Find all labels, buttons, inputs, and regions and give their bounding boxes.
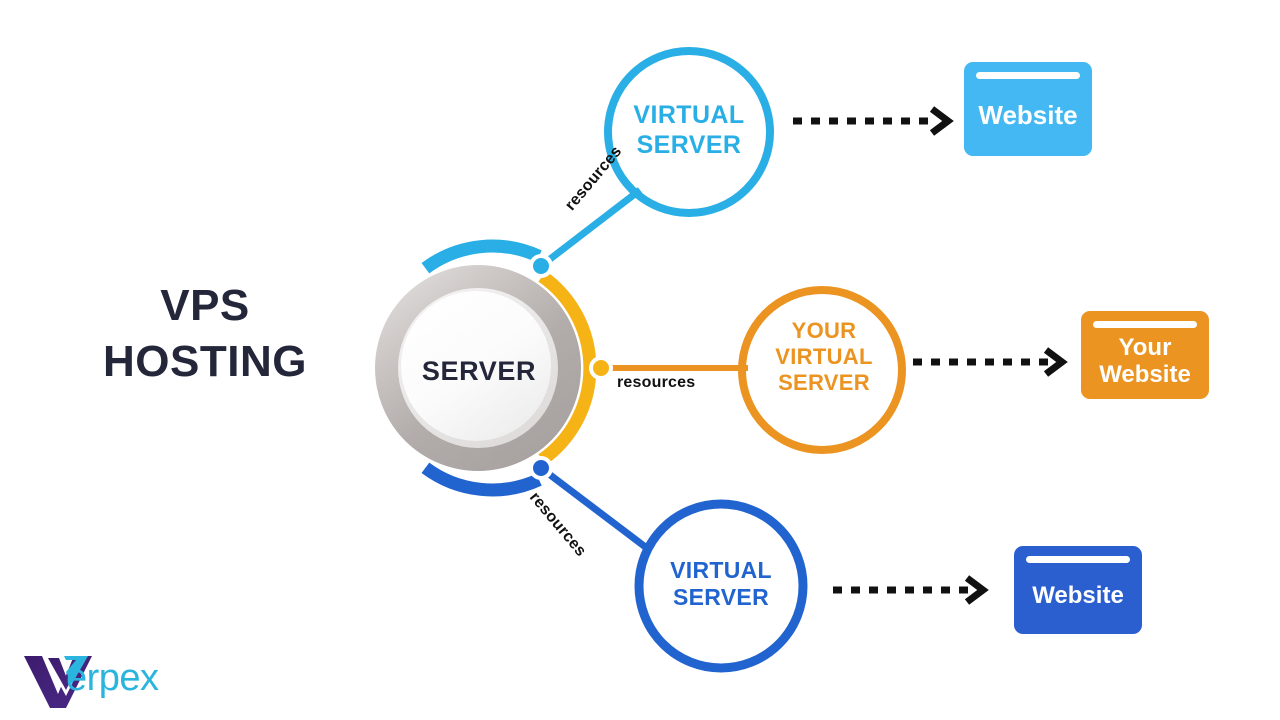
browser-title-bar-icon [1092,321,1198,328]
dashed-arrow-top [793,106,954,136]
connector-node-bottom [533,460,549,476]
website-card-top[interactable]: Website [964,62,1092,156]
arrowhead-bottom-icon [964,575,989,605]
server-node [375,265,581,471]
server-arc-bottom [421,462,542,497]
connector-line-top [538,187,643,269]
virtual-server-circle-top[interactable] [604,47,774,217]
browser-title-bar-icon [1025,556,1131,563]
arrowhead-middle-icon [1043,347,1068,377]
website-card-bottom-label: Website [1032,582,1124,610]
connector-node-top [533,258,549,274]
browser-title-bar-icon [975,72,1081,79]
website-card-top-label: Website [978,100,1078,131]
website-card-bottom[interactable]: Website [1014,546,1142,634]
dashed-arrows [793,106,1068,605]
server-arc-top [421,239,542,274]
website-card-middle-label: Your Website [1099,334,1191,388]
virtual-server-circle-middle[interactable] [738,286,906,454]
server-inner-disc [401,291,551,441]
dashed-arrow-bottom [833,575,989,605]
connector-node-middle [593,360,609,376]
verpex-wordmark: erpex [66,657,159,699]
arrowhead-top-icon [929,106,954,136]
website-card-middle[interactable]: Your Website [1081,311,1209,399]
virtual-server-circle-bottom[interactable] [634,499,808,673]
connector-line-bottom [538,465,651,552]
virtual-server-circles [604,47,906,673]
diagram-canvas: VPS HOSTING SERVER VIRTUAL SERVER YOUR V… [0,0,1280,720]
dashed-arrow-middle [913,347,1068,377]
